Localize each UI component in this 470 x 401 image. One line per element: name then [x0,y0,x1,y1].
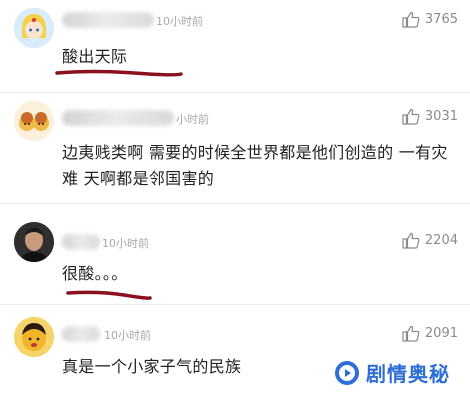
username-blurred[interactable] [62,326,100,342]
avatar-cartoon-icon [14,317,54,357]
like-button[interactable]: 2204 [402,232,458,249]
like-count: 2204 [424,233,458,248]
avatar-twins-icon [14,101,54,141]
avatar-anime-girl-icon [14,8,54,48]
comment-time: 10小时前 [102,237,149,250]
thumbs-up-icon [402,11,420,28]
like-button[interactable]: 3031 [402,108,458,125]
avatar[interactable] [14,8,54,48]
handdrawn-underline [55,69,183,77]
like-count: 3031 [424,109,458,124]
thumbs-up-icon [402,325,420,342]
comment-text: 酸出天际 [62,47,128,66]
username-blurred[interactable] [62,234,100,250]
comment-time: 10小时前 [156,15,203,28]
thumbs-up-icon [402,108,420,125]
comment-item: 10小时前 3765 酸出天际 [0,0,470,92]
avatar[interactable] [14,317,54,357]
like-button[interactable]: 3765 [402,11,458,28]
watermark: 剧情奥秘 [334,358,450,387]
watermark-text: 剧情奥秘 [366,362,450,386]
handdrawn-underline [66,290,152,300]
thumbs-up-icon [402,232,420,249]
avatar-man-icon [14,222,54,262]
comment-text: 很酸。。。 [62,264,128,283]
comment-text: 边夷贱类啊 需要的时候全世界都是他们创造的 一有灾难 天啊都是邻国害的 [62,143,448,188]
like-button[interactable]: 2091 [402,325,458,342]
comment-time: 小时前 [176,113,209,126]
comment-item: 小时前 3031 边夷贱类啊 需要的时候全世界都是他们创造的 一有灾难 天啊都是… [0,93,470,203]
avatar[interactable] [14,222,54,262]
username-blurred[interactable] [62,110,174,126]
comment-item: 10小时前 2204 很酸。。。 [0,204,470,304]
avatar[interactable] [14,101,54,141]
like-count: 3765 [424,12,458,27]
username-blurred[interactable] [62,12,154,28]
play-logo-icon [335,360,359,385]
comment-time: 10小时前 [104,329,151,342]
like-count: 2091 [424,326,458,341]
